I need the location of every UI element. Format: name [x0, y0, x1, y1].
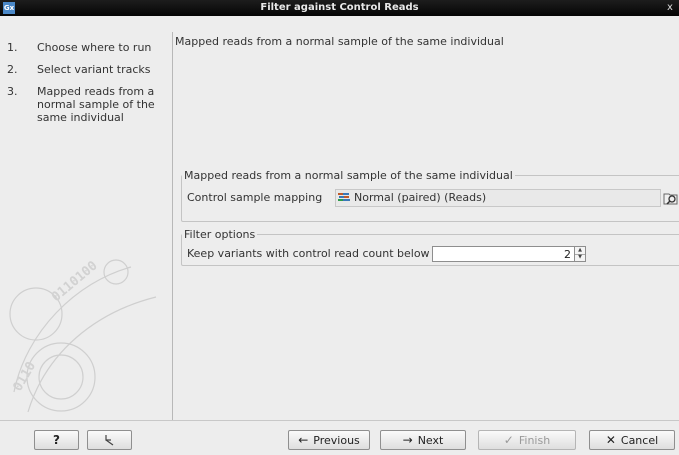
- help-button[interactable]: ?: [34, 430, 79, 450]
- mapped-reads-group: Mapped reads from a normal sample of the…: [181, 169, 679, 222]
- step-number: 2.: [7, 63, 18, 76]
- svg-text:0110: 0110: [10, 359, 39, 394]
- decorative-swirl-watermark: 0110100 0110: [9, 258, 157, 413]
- main-content-panel: Mapped reads from a normal sample of the…: [173, 32, 679, 420]
- spin-down-icon[interactable]: ▼: [575, 254, 585, 261]
- previous-label: Previous: [313, 433, 360, 447]
- close-icon[interactable]: x: [667, 0, 679, 16]
- title-bar: Gx Filter against Control Reads x: [0, 0, 679, 16]
- step-choose-where-to-run: 1. Choose where to run: [0, 41, 172, 54]
- help-label: ?: [53, 433, 60, 447]
- x-icon: ✕: [605, 433, 616, 447]
- page-title: Mapped reads from a normal sample of the…: [175, 35, 504, 48]
- step-label: Select variant tracks: [37, 63, 151, 76]
- svg-text:0110100: 0110100: [49, 258, 101, 305]
- arrow-left-icon: ←: [298, 433, 309, 447]
- next-label: Next: [417, 433, 444, 447]
- group-legend: Mapped reads from a normal sample of the…: [184, 169, 513, 182]
- next-button[interactable]: → Next: [380, 430, 466, 450]
- step-mapped-reads: 3. Mapped reads from a normal sample of …: [0, 85, 172, 124]
- group-legend: Filter options: [184, 228, 256, 241]
- checkmark-icon: ✓: [503, 433, 514, 447]
- step-number: 3.: [7, 85, 18, 98]
- count-spinner[interactable]: ▲ ▼: [575, 246, 586, 262]
- reset-button[interactable]: [87, 430, 132, 450]
- footer-divider: [0, 420, 679, 421]
- step-number: 1.: [7, 41, 18, 54]
- control-sample-mapping-label: Control sample mapping: [187, 191, 323, 204]
- control-read-count-label: Keep variants with control read count be…: [187, 247, 430, 260]
- cancel-label: Cancel: [620, 433, 659, 447]
- window-title: Filter against Control Reads: [260, 2, 419, 13]
- control-sample-mapping-field: Normal (paired) (Reads): [335, 189, 661, 207]
- arrow-right-icon: →: [402, 433, 413, 447]
- filter-options-group: Filter options Keep variants with contro…: [181, 228, 679, 266]
- finish-button[interactable]: ✓ Finish: [478, 430, 576, 450]
- reset-arrow-icon: [104, 435, 113, 446]
- previous-button[interactable]: ← Previous: [288, 430, 370, 450]
- finish-label: Finish: [518, 433, 551, 447]
- cancel-button[interactable]: ✕ Cancel: [589, 430, 675, 450]
- step-select-variant-tracks: 2. Select variant tracks: [0, 63, 172, 76]
- browse-folder-icon[interactable]: [663, 190, 679, 206]
- step-label: Mapped reads from a normal sample of the…: [37, 85, 155, 124]
- control-sample-mapping-value: Normal (paired) (Reads): [354, 191, 487, 204]
- step-label: Choose where to run: [37, 41, 152, 54]
- wizard-steps-sidebar: 1. Choose where to run 2. Select variant…: [0, 32, 172, 420]
- control-read-count-input[interactable]: [432, 246, 575, 262]
- steps-list: 1. Choose where to run 2. Select variant…: [0, 41, 172, 133]
- reads-track-icon: [338, 193, 350, 201]
